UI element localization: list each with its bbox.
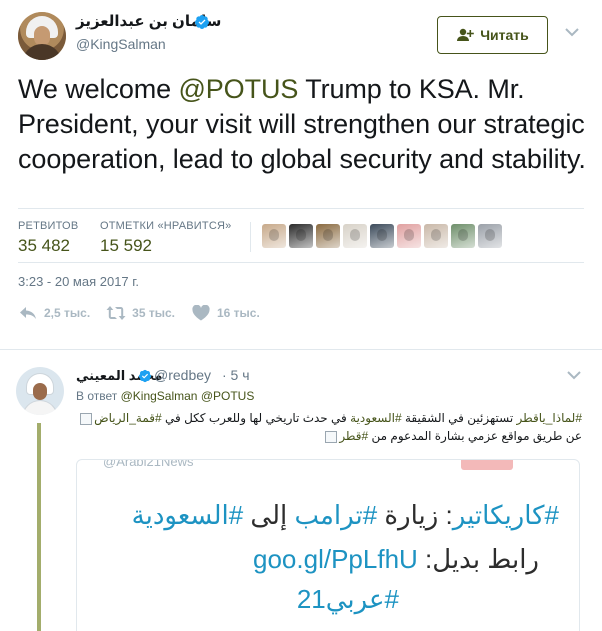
likes-label: ОТМЕТКИ «НРАВИТСЯ»	[100, 220, 232, 232]
media-hashtag: #السعودية	[131, 500, 244, 530]
retweets-label: РЕТВИТОВ	[18, 220, 79, 232]
reply-author-avatar[interactable]	[16, 367, 64, 415]
chevron-down-icon[interactable]	[566, 369, 582, 381]
main-tweet: سلمان بن عبدالعزيز @KingSalman Читать We…	[0, 0, 602, 350]
hashtag-link[interactable]: #لماذا_ياقطر	[517, 411, 582, 425]
media-alt-link: رابط بديل: goo.gl/PpLfhU	[99, 544, 539, 575]
follow-button[interactable]: Читать	[437, 16, 548, 54]
retweets-value: 35 482	[18, 236, 70, 255]
like-count: 16 тыс.	[216, 306, 260, 320]
liker-avatar[interactable]	[343, 224, 367, 248]
verified-badge-icon	[195, 15, 209, 29]
reply-text: #لماذا_ياقطر تستهزئين في الشقيقة #السعود…	[76, 409, 582, 445]
liker-avatar[interactable]	[289, 224, 313, 248]
media-hashtag-footer: #عربي21	[296, 584, 399, 614]
quoted-media-card[interactable]: @Arabi21News #كاريكاتير: زيارة #ترامب إل…	[76, 459, 580, 631]
mention-link[interactable]: @POTUS	[178, 74, 298, 104]
hashtag-link[interactable]: #السعودية	[350, 411, 401, 425]
in-reply-prefix: В ответ	[76, 389, 121, 403]
reply-button[interactable]: 2,5 тыс.	[18, 305, 90, 321]
reply-count: 2,5 тыс.	[44, 306, 91, 320]
liker-avatar[interactable]	[262, 224, 286, 248]
reply-text-part: عن طريق مواقع عزمي بشارة المدعوم من	[368, 429, 582, 443]
arabi21-logo	[461, 460, 513, 470]
like-button[interactable]: 16 тыс.	[191, 305, 260, 321]
liker-avatar[interactable]	[478, 224, 502, 248]
tweet-actions: 2,5 тыс. 35 тыс. 16 тыс.	[18, 305, 276, 321]
follow-label: Читать	[480, 27, 529, 43]
tweet-text: We welcome @POTUS Trump to KSA. Mr. Pres…	[18, 72, 588, 177]
retweets-stat[interactable]: РЕТВИТОВ 35 482	[18, 220, 78, 256]
reply-tweet: محمد المعيني @redbey · 5 ч В ответ @King…	[0, 351, 602, 631]
media-hashtag: #كاريكاتير	[452, 500, 559, 530]
verified-badge-icon	[138, 369, 152, 383]
add-user-icon	[457, 28, 475, 41]
likers-avatars	[262, 224, 502, 248]
likes-value: 15 592	[100, 236, 152, 255]
heart-icon	[192, 305, 210, 321]
media-headline: #كاريكاتير: زيارة #ترامب إلى #السعودية	[99, 500, 559, 531]
thread-line	[37, 423, 41, 631]
reply-icon	[20, 307, 36, 319]
tweet-text-part: We welcome	[18, 74, 179, 104]
divider	[18, 262, 584, 263]
hashtag-link[interactable]: #قطر	[339, 429, 368, 443]
liker-avatar[interactable]	[397, 224, 421, 248]
media-text-part: إلى	[243, 500, 295, 530]
retweet-count: 35 тыс.	[132, 306, 175, 320]
chevron-down-icon[interactable]	[564, 26, 580, 38]
reply-text-part: في حدث تاريخي لها وللعرب ككل في	[161, 411, 351, 425]
author-handle[interactable]: @KingSalman	[76, 36, 166, 52]
author-avatar[interactable]	[18, 12, 66, 60]
divider	[250, 222, 251, 252]
divider	[18, 208, 584, 209]
broken-image-icon	[325, 430, 338, 443]
broken-image-icon	[80, 412, 93, 425]
media-source-handle: @Arabi21News	[103, 459, 194, 469]
liker-avatar[interactable]	[451, 224, 475, 248]
retweet-icon	[106, 306, 126, 320]
tweet-timestamp[interactable]: 3:23 - 20 мая 2017 г.	[18, 274, 139, 289]
media-text-part: رابط بديل:	[417, 544, 539, 574]
liker-avatar[interactable]	[424, 224, 448, 248]
liker-avatar[interactable]	[370, 224, 394, 248]
in-reply-to: В ответ @KingSalman @POTUS	[76, 389, 254, 403]
in-reply-mentions[interactable]: @KingSalman @POTUS	[121, 389, 255, 403]
liker-avatar[interactable]	[316, 224, 340, 248]
likes-stat[interactable]: ОТМЕТКИ «НРАВИТСЯ» 15 592	[100, 220, 231, 256]
media-url: goo.gl/PpLfhU	[253, 544, 418, 574]
reply-text-part: تستهزئين في الشقيقة	[401, 411, 517, 425]
media-hashtag: #ترامب	[294, 500, 378, 530]
media-text-part: : زيارة	[377, 500, 453, 530]
reply-time[interactable]: · 5 ч	[222, 367, 250, 383]
hashtag-link[interactable]: #قمة_الرياض	[94, 411, 162, 425]
reply-author-handle[interactable]: @redbey	[154, 367, 211, 383]
retweet-button[interactable]: 35 тыс.	[106, 305, 175, 321]
